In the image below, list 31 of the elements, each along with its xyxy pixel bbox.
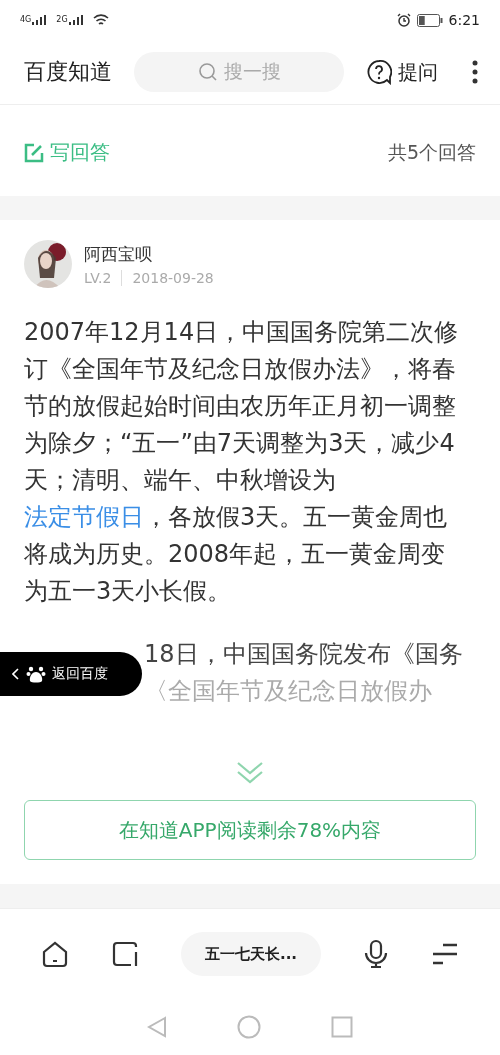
- battery-icon: [416, 13, 443, 27]
- back-to-baidu-button[interactable]: 返回百度: [0, 652, 142, 696]
- menu-icon[interactable]: [431, 942, 459, 966]
- alarm-icon: [396, 13, 411, 27]
- author-name: 阿西宝呗: [84, 242, 153, 266]
- search-placeholder: 搜一搜: [223, 59, 281, 84]
- clock-time: 6:21: [448, 12, 480, 28]
- signal-indicator: 4G: [20, 15, 47, 25]
- write-answer-button[interactable]: 写回答: [24, 139, 110, 166]
- search-field[interactable]: 搜一搜: [134, 52, 344, 92]
- wifi-icon: [92, 13, 109, 27]
- answer-paragraph: 2007年12月14日，中国国务院第二次修订《全国年节及纪念日放假办法》，将春节的放假起始时间由农历年正月初一调整为除夕；“五一”由7天调整为3天，减少4天；清明、端午、中秋增设为 法定节假日，各放假3天。五一黄金周也将成为历史。2008年起，五一黄金周变为五一3天小长假。: [24, 317, 460, 607]
- more-icon[interactable]: [470, 59, 480, 85]
- term-link[interactable]: 法定节假日: [24, 503, 144, 531]
- microphone-icon[interactable]: [363, 939, 389, 969]
- back-chevron-icon: [12, 668, 20, 680]
- home-icon[interactable]: [41, 940, 69, 968]
- answer-paragraph: 18日，中国国务院发布《国务 〈全国年节及纪念日放假办: [144, 639, 464, 707]
- signal-indicator: 2G: [56, 15, 83, 25]
- ask-button[interactable]: 提问: [366, 58, 438, 86]
- question-icon: [366, 59, 392, 85]
- app-title: 百度知道: [24, 58, 112, 86]
- user-level: LV.2: [84, 269, 112, 286]
- answer-date: 2018-09-28: [121, 269, 214, 286]
- paw-icon: [26, 664, 46, 684]
- tabs-icon[interactable]: [111, 940, 139, 968]
- search-query-pill[interactable]: 五一七天长...: [181, 932, 321, 976]
- answer-count: 共5个回答: [387, 139, 476, 165]
- read-in-app-button[interactable]: 在知道APP阅读剩余78%内容: [24, 800, 476, 860]
- search-icon: [197, 62, 218, 82]
- edit-icon: [24, 142, 44, 163]
